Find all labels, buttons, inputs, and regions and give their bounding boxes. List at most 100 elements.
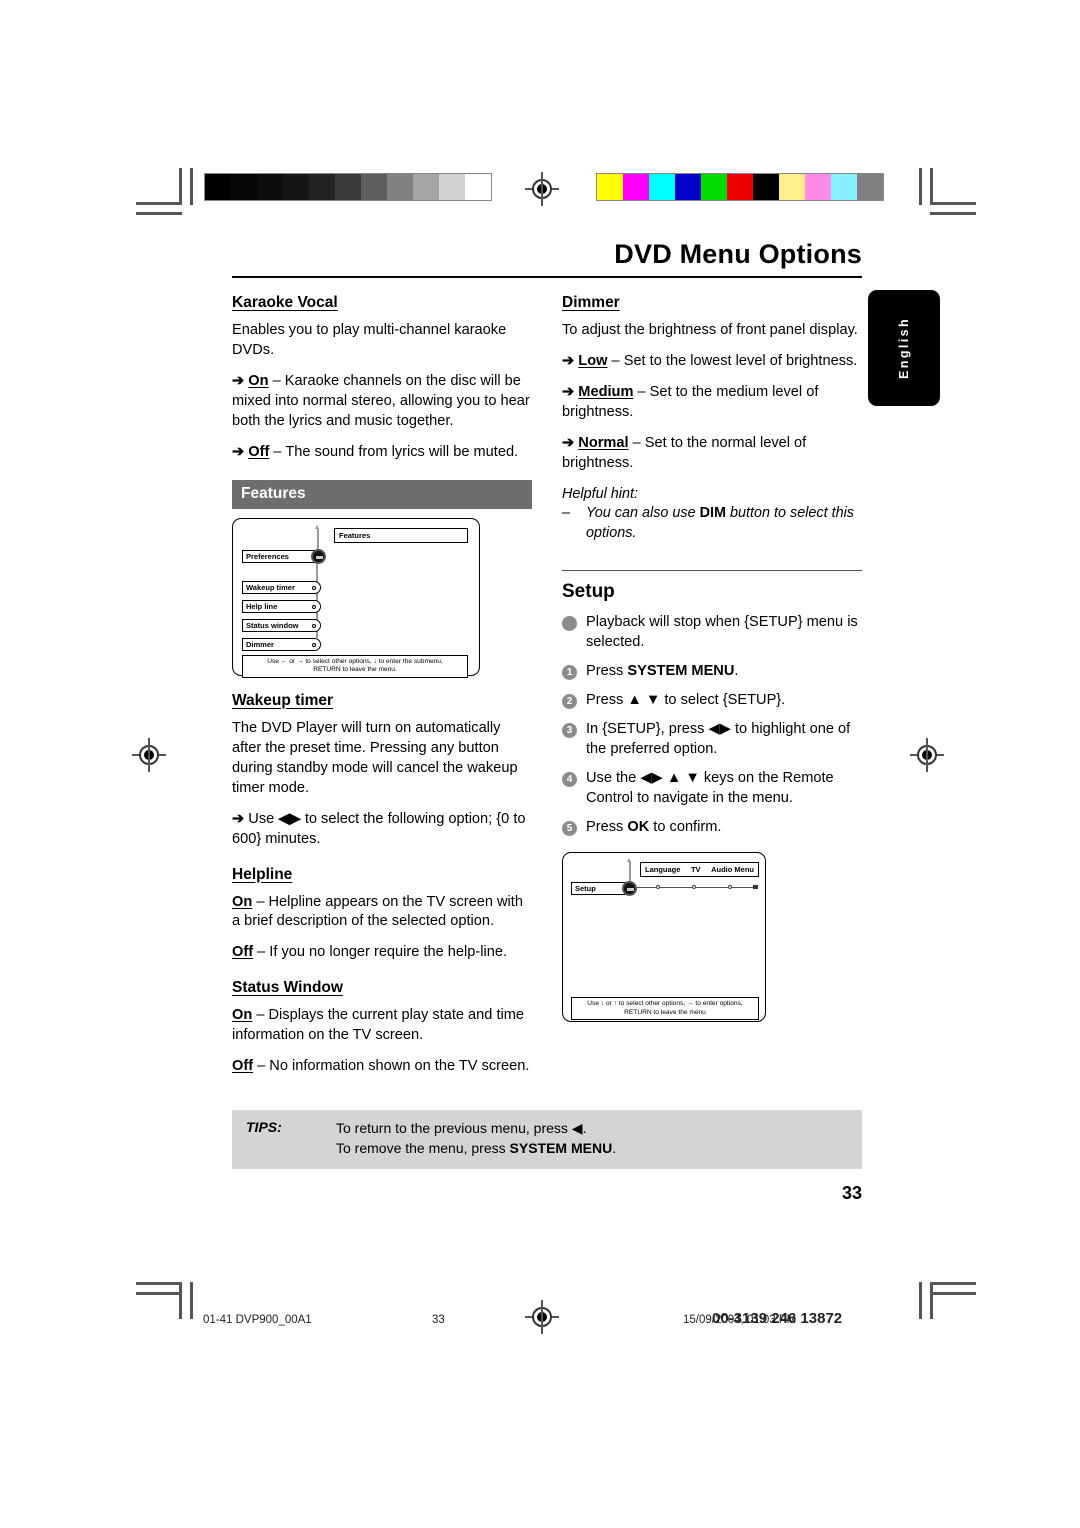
osd-axis-end-marker xyxy=(753,884,758,889)
grayscale-swatch xyxy=(439,174,465,200)
osd-axis-tick xyxy=(656,884,660,889)
tips-bar: TIPS: To return to the previous menu, pr… xyxy=(232,1110,862,1170)
setup-osd-item-label: Setup xyxy=(575,883,596,893)
crop-mark-bl-h xyxy=(136,1282,182,1285)
features-osd-item-label: Help line xyxy=(246,601,278,611)
crop-mark-tr-v xyxy=(930,168,933,205)
hint-text: You can also use DIM button to select th… xyxy=(586,504,862,543)
left-column: Karaoke Vocal Enables you to play multi-… xyxy=(232,294,532,1089)
helpful-hint-title: Helpful hint: xyxy=(562,485,638,502)
dpad-left-icon: ◀ xyxy=(571,1120,583,1137)
features-osd-footer-line1: Use ← or → to select other options, ↓ to… xyxy=(267,657,443,665)
features-osd-item-dimmer[interactable]: Dimmer xyxy=(242,637,321,651)
color-swatch xyxy=(623,174,649,200)
step-pre: In {SETUP}, press xyxy=(586,720,709,737)
grayscale-swatch xyxy=(257,174,283,200)
option-dot-icon xyxy=(312,623,316,628)
step-number-badge: 2 xyxy=(562,693,577,709)
dimmer-option-medium-label: Medium xyxy=(578,383,634,400)
dimmer-option-low-label: Low xyxy=(578,352,608,369)
setup-osd-tab-tv[interactable]: TV xyxy=(691,865,701,874)
dpad-all-icon: ◀▶ ▲ ▼ xyxy=(640,769,700,786)
setup-osd-footer-line1: Use ↓ or ↑ to select other options, → to… xyxy=(587,999,743,1007)
dpad-updown-icon: ▲ ▼ xyxy=(627,691,661,708)
color-swatch xyxy=(597,174,623,200)
features-osd-item-label: Wakeup timer xyxy=(246,582,295,592)
features-osd-item-preferences[interactable]: Preferences xyxy=(242,549,321,563)
arrow-icon: ➔ xyxy=(232,372,245,389)
crop-mark-bl-v xyxy=(179,1282,182,1319)
system-menu-button-name: SYSTEM MENU xyxy=(627,662,735,679)
option-dot-icon xyxy=(312,585,316,590)
crop-mark-tl2-h xyxy=(136,212,182,215)
hint-dash: – xyxy=(562,505,571,522)
setup-osd-tab-language[interactable]: Language xyxy=(645,865,680,874)
osd-axis-tick xyxy=(728,884,732,889)
setup-note-text: Playback will stop when {SETUP} menu is … xyxy=(586,613,858,650)
karaoke-vocal-intro: Enables you to play multi-channel karaok… xyxy=(232,321,507,358)
setup-step-5-text: Press OK to confirm. xyxy=(586,818,721,838)
crop-mark-tl-v xyxy=(179,168,182,205)
step-number-badge: 4 xyxy=(562,771,577,787)
karaoke-option-off: ➔ Off – The sound from lyrics will be mu… xyxy=(232,443,532,463)
color-swatch xyxy=(753,174,779,200)
helpful-hint-body: – You can also use DIM button to select … xyxy=(562,504,862,543)
color-swatch xyxy=(779,174,805,200)
dimmer-option-normal-label: Normal xyxy=(578,434,629,451)
print-footer-partno: 00-3139 246 13872 xyxy=(712,1310,843,1327)
color-swatch xyxy=(727,174,753,200)
crop-mark-tr2-v xyxy=(919,168,922,205)
crop-mark-tl2-v xyxy=(190,168,193,205)
arrow-icon: ➔ xyxy=(562,434,575,451)
karaoke-option-off-text: – The sound from lyrics will be muted. xyxy=(269,443,519,460)
features-osd-item-wakeup-timer[interactable]: Wakeup timer xyxy=(242,580,321,594)
setup-osd-item-setup[interactable]: Setup xyxy=(571,881,629,895)
helpline-option-on: On – Helpline appears on the TV screen w… xyxy=(232,893,532,933)
grayscale-swatch xyxy=(361,174,387,200)
features-osd-item-status-window[interactable]: Status window xyxy=(242,618,321,632)
features-osd-footer-line2: RETURN to leave the menu. xyxy=(313,666,397,674)
tips-line-1-post: . xyxy=(582,1120,587,1137)
crop-mark-br-v xyxy=(930,1282,933,1319)
step-number-badge: 5 xyxy=(562,820,577,836)
right-column: Dimmer To adjust the brightness of front… xyxy=(562,294,862,1022)
page-content: DVD Menu Options Karaoke Vocal Enables y… xyxy=(232,239,862,1204)
grayscale-swatch xyxy=(309,174,335,200)
status-window-option-off: Off – No information shown on the TV scr… xyxy=(232,1057,532,1077)
page-title: DVD Menu Options xyxy=(614,239,862,269)
color-swatch xyxy=(701,174,727,200)
helpline-option-off-label: Off xyxy=(232,944,254,961)
arrow-icon: ➔ xyxy=(232,443,245,460)
osd-up-arrow-icon xyxy=(315,524,319,550)
dimmer-option-normal: ➔ Normal – Set to the normal level of br… xyxy=(562,434,862,474)
setup-step-1-text: Press SYSTEM MENU. xyxy=(586,662,738,682)
grayscale-swatch xyxy=(283,174,309,200)
dimmer-option-medium: ➔ Medium – Set to the medium level of br… xyxy=(562,383,862,423)
crop-mark-br2-h xyxy=(930,1292,976,1295)
wakeup-timer-text: The DVD Player will turn on automaticall… xyxy=(232,719,518,796)
setup-osd-footer: Use ↓ or ↑ to select other options, → to… xyxy=(571,996,759,1021)
print-footer-center: 33 xyxy=(432,1314,445,1326)
crop-mark-bl2-h xyxy=(136,1292,182,1295)
grayscale-swatch xyxy=(413,174,439,200)
tips-text: To return to the previous menu, press ◀.… xyxy=(336,1119,616,1159)
color-swatch xyxy=(675,174,701,200)
features-osd-item-help-line[interactable]: Help line xyxy=(242,599,321,613)
features-osd-screenshot: Features Preferences Wakeup timer Help l… xyxy=(232,517,480,679)
karaoke-option-on-text: – Karaoke channels on the disc will be m… xyxy=(232,372,530,429)
karaoke-vocal-heading: Karaoke Vocal xyxy=(232,293,338,311)
wakeup-timer-heading: Wakeup timer xyxy=(232,691,334,709)
dimmer-option-low-text: – Set to the lowest level of brightness. xyxy=(607,352,858,369)
status-window-option-off-label: Off xyxy=(232,1058,254,1075)
features-osd-item-label: Status window xyxy=(246,620,299,630)
wakeup-option-pre: Use xyxy=(248,810,279,827)
dimmer-option-low: ➔ Low – Set to the lowest level of brigh… xyxy=(562,352,862,372)
bullet-dot-icon xyxy=(562,615,577,631)
step-number-badge: 3 xyxy=(562,722,577,738)
color-swatch xyxy=(857,174,883,200)
setup-osd-tab-audio-menu[interactable]: Audio Menu xyxy=(711,865,754,874)
karaoke-option-on-label: On xyxy=(248,372,269,389)
registration-target-left xyxy=(132,738,166,772)
hint-text-pre: You can also use xyxy=(586,505,700,522)
step-post: . xyxy=(734,662,739,679)
